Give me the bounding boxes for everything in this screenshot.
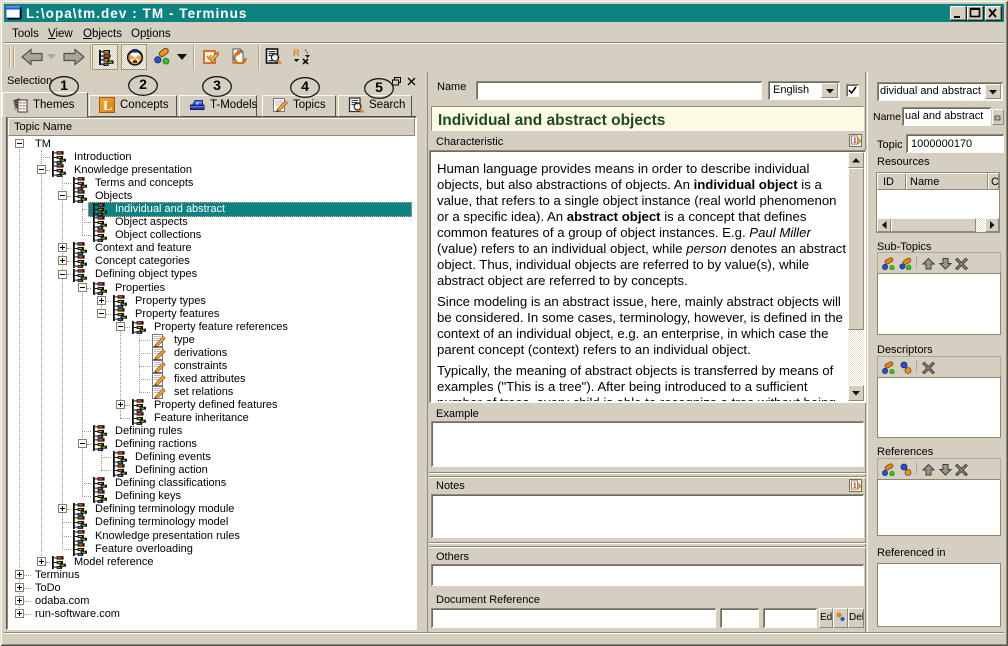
svg-text:1: 1 [853, 135, 857, 145]
svg-text:R: R [293, 48, 300, 58]
svg-text:1: 1 [853, 480, 857, 490]
svg-text:L: L [103, 99, 112, 113]
